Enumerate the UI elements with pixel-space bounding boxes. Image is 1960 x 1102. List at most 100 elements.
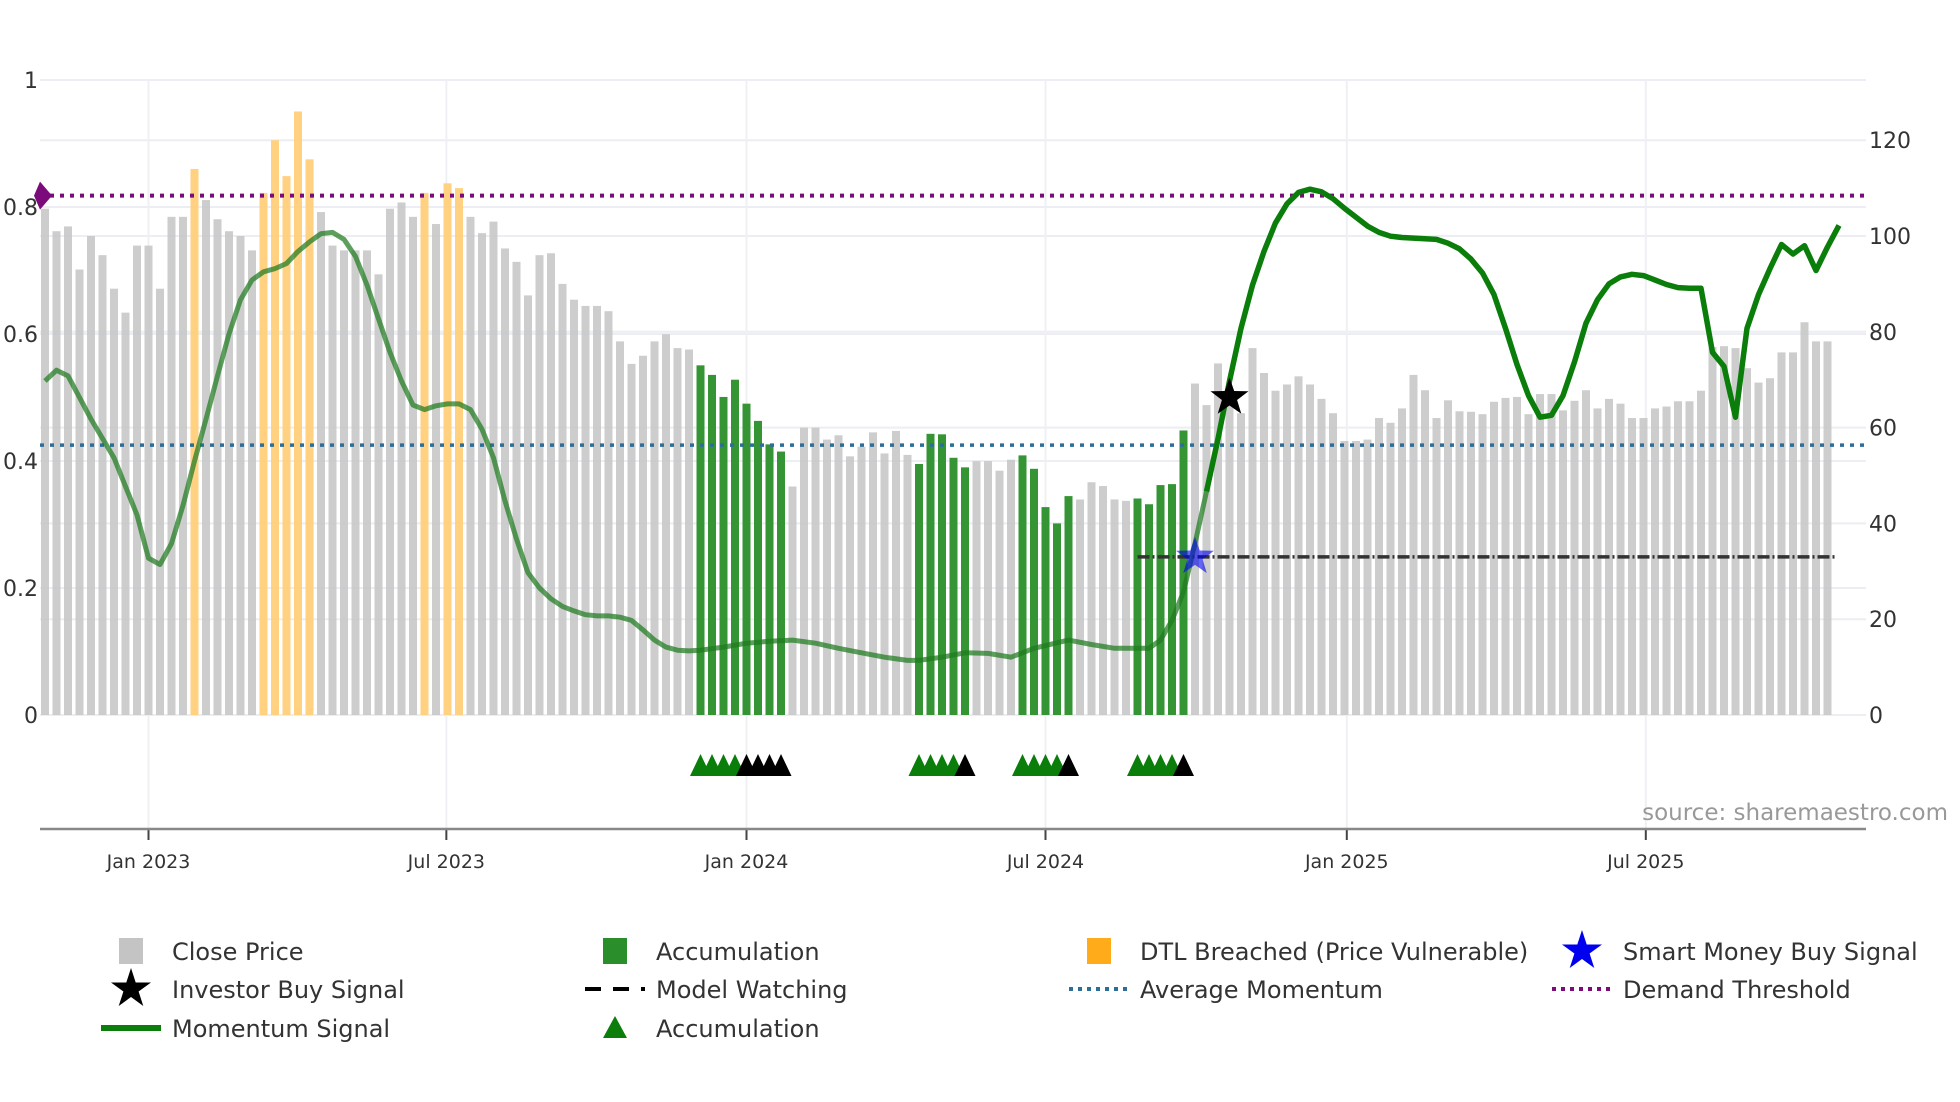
accumulation-bar (708, 374, 716, 715)
accumulation-bar (938, 434, 946, 715)
black-star-icon (111, 968, 151, 1006)
price-bar (1697, 390, 1705, 715)
legend-label: Demand Threshold (1623, 976, 1851, 1004)
price-bar (558, 283, 567, 715)
left-tick-label: 0.2 (3, 577, 38, 602)
price-bar (547, 253, 555, 715)
price-bar (1122, 500, 1130, 715)
price-bar (800, 427, 808, 715)
accumulation-bar (1145, 504, 1153, 715)
price-bar (823, 439, 831, 715)
price-bar (639, 355, 647, 715)
right-tick-label: 20 (1869, 608, 1897, 633)
price-bar (1352, 441, 1360, 715)
x-tick-label: Jul 2023 (407, 851, 485, 873)
price-bars (41, 111, 1832, 716)
price-bar (1812, 341, 1820, 715)
price-bar (1076, 499, 1084, 715)
price-bar (1662, 406, 1671, 715)
legend-item: Accumulation (603, 1015, 820, 1043)
price-bar (1628, 418, 1636, 715)
legend-item: Demand Threshold (1552, 976, 1851, 1004)
price-bar (340, 250, 348, 715)
accumulation-bar (765, 444, 774, 715)
price-bar (248, 250, 256, 715)
legend-label: Smart Money Buy Signal (1623, 938, 1918, 966)
price-bar (673, 348, 682, 715)
triangle-icon (603, 1016, 627, 1038)
momentum-chart: 0 0.2 0.4 0.6 0.8 1 0 20 40 60 80 100 120 Jan 2023 Jul… (3, 69, 1948, 1043)
price-bar (1237, 413, 1245, 715)
accumulation-bar (949, 457, 958, 715)
right-tick-label: 0 (1869, 704, 1883, 729)
price-bar (1754, 382, 1763, 715)
price-bar (846, 456, 854, 715)
right-tick-label: 100 (1869, 225, 1911, 250)
price-bar (788, 486, 797, 715)
price-bar (328, 245, 337, 715)
price-bar (1478, 414, 1487, 715)
accumulation-bar (777, 451, 785, 715)
legend-label: Model Watching (656, 976, 848, 1004)
dtl-breached-bar (455, 188, 463, 716)
price-bar (1455, 411, 1464, 715)
dtl-breached-bar (420, 192, 429, 715)
price-bar (616, 341, 624, 715)
dtl-breached-bar (271, 140, 279, 715)
price-bar (984, 461, 992, 715)
price-bar (857, 446, 866, 715)
price-bar (1800, 322, 1809, 715)
right-tick-label: 80 (1869, 321, 1897, 346)
price-bar (1294, 376, 1303, 715)
price-bar (1708, 347, 1717, 715)
accumulation-bar (696, 365, 705, 715)
price-bar (1306, 384, 1314, 715)
price-bar (432, 224, 440, 715)
price-bar (1789, 352, 1797, 715)
accumulation-bar (1041, 507, 1050, 715)
price-bar (1536, 394, 1544, 715)
legend: Close Price Accumulation DTL Breached (Pri… (101, 930, 1918, 1043)
legend-item: Investor Buy Signal (111, 968, 405, 1006)
price-bar (1363, 439, 1372, 715)
price-bar (1524, 414, 1533, 715)
accumulation-bar (754, 420, 762, 715)
price-bar (1582, 390, 1590, 715)
green-square-icon (603, 938, 627, 964)
price-bar (1823, 341, 1832, 715)
price-bar (1639, 418, 1648, 715)
legend-label: Accumulation (656, 938, 820, 966)
price-bar (133, 245, 141, 715)
right-tick-label: 120 (1869, 129, 1911, 154)
price-bar (225, 231, 233, 715)
accumulation-bar (1156, 485, 1165, 715)
x-tick-label: Jan 2024 (704, 851, 789, 873)
dtl-breached-bar (294, 111, 302, 715)
price-bar (1593, 408, 1602, 715)
price-bar (1099, 486, 1107, 715)
price-bar (1766, 378, 1774, 715)
price-bar (972, 461, 981, 715)
legend-item: Accumulation (603, 938, 820, 966)
price-bar (87, 236, 95, 715)
price-bar (1329, 413, 1337, 715)
right-tick-label: 60 (1869, 417, 1897, 442)
accumulation-bar (1053, 523, 1061, 715)
price-bar (995, 470, 1004, 715)
price-bar (1248, 348, 1257, 715)
legend-label: Accumulation (656, 1015, 820, 1043)
price-bar (156, 288, 164, 715)
price-bar (64, 226, 72, 716)
price-bar (880, 453, 889, 715)
accumulation-bar (961, 467, 969, 715)
legend-label: Momentum Signal (172, 1015, 390, 1043)
price-bar (397, 202, 406, 716)
price-bar (869, 432, 877, 715)
price-bar (570, 299, 578, 715)
accumulation-bar (915, 464, 923, 715)
legend-label: Average Momentum (1140, 976, 1383, 1004)
orange-square-icon (1087, 938, 1111, 964)
price-bar (1467, 411, 1475, 715)
price-bar (144, 245, 153, 715)
price-bar (524, 295, 532, 715)
